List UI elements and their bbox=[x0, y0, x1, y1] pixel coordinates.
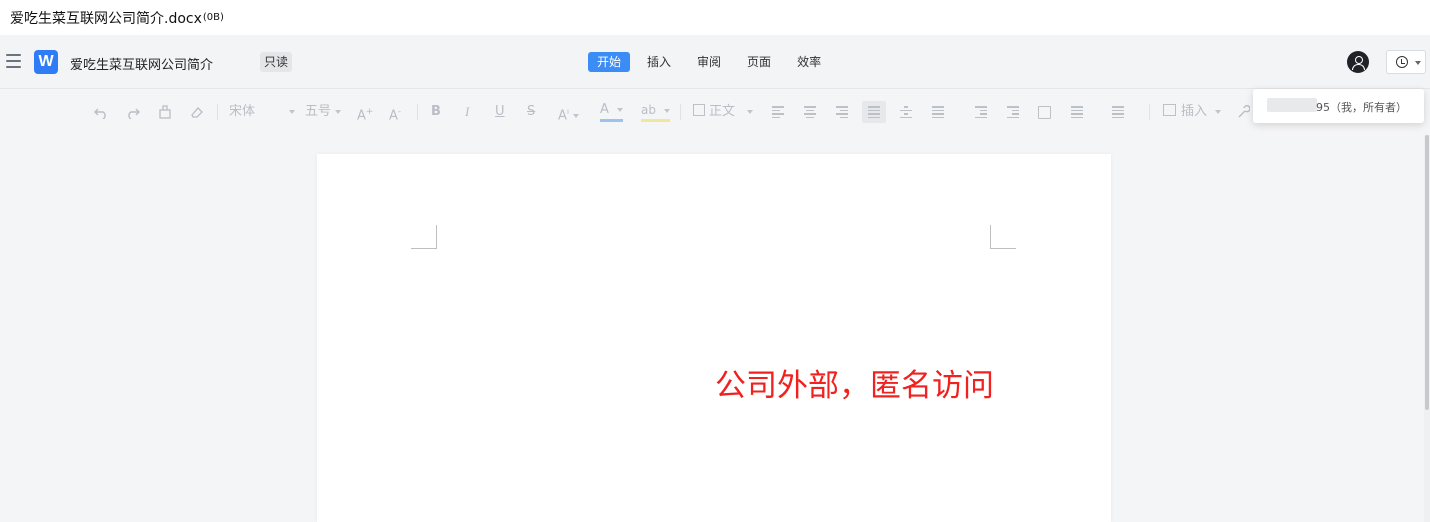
toolbar-separator bbox=[680, 104, 681, 120]
redo-icon[interactable] bbox=[126, 105, 140, 119]
strikethrough-button[interactable]: S bbox=[527, 101, 535, 123]
chevron-down-icon bbox=[1215, 109, 1222, 114]
toolbar-separator bbox=[1149, 104, 1150, 120]
history-button[interactable] bbox=[1386, 50, 1426, 74]
highlight-label: ab bbox=[641, 103, 656, 117]
readonly-badge: 只读 bbox=[260, 52, 293, 72]
italic-button[interactable]: I bbox=[465, 101, 469, 123]
font-color-label: A bbox=[600, 102, 609, 117]
file-name: 爱吃生菜互联网公司简介.docx bbox=[10, 10, 202, 27]
insert-label: 插入 bbox=[1181, 104, 1208, 119]
align-left-icon[interactable] bbox=[772, 106, 784, 118]
hamburger-menu-icon[interactable] bbox=[6, 54, 21, 68]
margin-corner-top-right bbox=[990, 225, 1016, 249]
formatting-toolbar: 宋体 五号 A+ A- B I U S Aı A ab 正文 插入 bbox=[0, 89, 1430, 135]
document-title: 爱吃生菜互联网公司简介 bbox=[70, 58, 214, 73]
owner-text: 95（我，所有者） bbox=[1316, 101, 1407, 114]
line-spacing-icon[interactable] bbox=[932, 106, 944, 118]
window-title-bar: 爱吃生菜互联网公司简介.docx (0B) bbox=[0, 0, 1430, 35]
numbered-list-icon[interactable] bbox=[1112, 106, 1124, 118]
ribbon-tabs: 开始 插入 审阅 页面 效率 bbox=[588, 52, 838, 72]
chevron-down-icon bbox=[1415, 61, 1421, 65]
scrollbar-thumb[interactable] bbox=[1425, 135, 1429, 410]
user-avatar-icon[interactable] bbox=[1347, 51, 1369, 73]
style-icon bbox=[693, 104, 705, 116]
document-page[interactable]: 公司外部，匿名访问 bbox=[317, 154, 1111, 522]
distribute-icon[interactable] bbox=[900, 106, 912, 118]
eraser-icon[interactable] bbox=[190, 105, 204, 119]
owner-tooltip: 95（我，所有者） bbox=[1253, 89, 1424, 123]
bullet-list-icon[interactable] bbox=[1071, 106, 1083, 118]
insert-icon bbox=[1163, 104, 1176, 116]
decrease-indent-icon[interactable] bbox=[975, 106, 987, 118]
align-center-icon[interactable] bbox=[804, 106, 816, 118]
chevron-down-icon bbox=[663, 108, 670, 113]
toolbar-separator bbox=[217, 104, 218, 120]
app-header: W 爱吃生菜互联网公司简介 只读 开始 插入 审阅 页面 效率 bbox=[0, 35, 1430, 89]
checkbox-list-icon[interactable] bbox=[1038, 106, 1051, 119]
chevron-down-icon bbox=[747, 109, 754, 114]
paragraph-style-select[interactable]: 正文 bbox=[693, 101, 759, 123]
tab-review[interactable]: 审阅 bbox=[688, 52, 730, 72]
insert-dropdown[interactable]: 插入 bbox=[1163, 101, 1222, 123]
justify-button[interactable] bbox=[862, 101, 886, 123]
redacted-username bbox=[1267, 98, 1317, 112]
file-size: (0B) bbox=[202, 12, 224, 23]
font-name-select[interactable]: 宋体 bbox=[229, 101, 296, 123]
margin-corner-top-left bbox=[411, 225, 437, 249]
increase-font-icon[interactable]: A+ bbox=[357, 101, 373, 123]
font-size-select[interactable]: 五号 bbox=[305, 101, 345, 123]
align-right-icon[interactable] bbox=[836, 106, 848, 118]
clock-icon bbox=[1396, 56, 1408, 68]
text-effect-button[interactable]: Aı bbox=[558, 101, 580, 123]
undo-icon[interactable] bbox=[94, 105, 108, 119]
chevron-down-icon bbox=[616, 107, 623, 112]
tab-start[interactable]: 开始 bbox=[588, 52, 631, 72]
wps-writer-logo: W bbox=[34, 50, 58, 74]
highlight-button[interactable]: ab bbox=[641, 101, 670, 122]
font-color-button[interactable]: A bbox=[600, 101, 623, 122]
justify-icon bbox=[868, 106, 880, 118]
font-size-value: 五号 bbox=[305, 104, 332, 119]
tab-efficiency[interactable]: 效率 bbox=[788, 52, 830, 72]
style-value: 正文 bbox=[709, 104, 736, 119]
increase-indent-icon[interactable] bbox=[1007, 106, 1019, 118]
bold-button[interactable]: B bbox=[431, 101, 441, 123]
overlay-annotation: 公司外部，匿名访问 bbox=[715, 368, 994, 404]
vertical-scrollbar[interactable] bbox=[1424, 135, 1430, 522]
chevron-down-icon bbox=[573, 113, 580, 118]
chevron-down-icon bbox=[289, 109, 296, 114]
decrease-font-icon[interactable]: A- bbox=[389, 101, 401, 123]
tools-icon[interactable] bbox=[1236, 105, 1250, 119]
format-painter-icon[interactable] bbox=[158, 105, 172, 119]
underline-button[interactable]: U bbox=[495, 101, 505, 123]
font-name-value: 宋体 bbox=[229, 104, 256, 119]
toolbar-separator bbox=[417, 104, 418, 120]
tab-page[interactable]: 页面 bbox=[738, 52, 780, 72]
chevron-down-icon bbox=[335, 109, 342, 114]
tab-insert[interactable]: 插入 bbox=[638, 52, 680, 72]
